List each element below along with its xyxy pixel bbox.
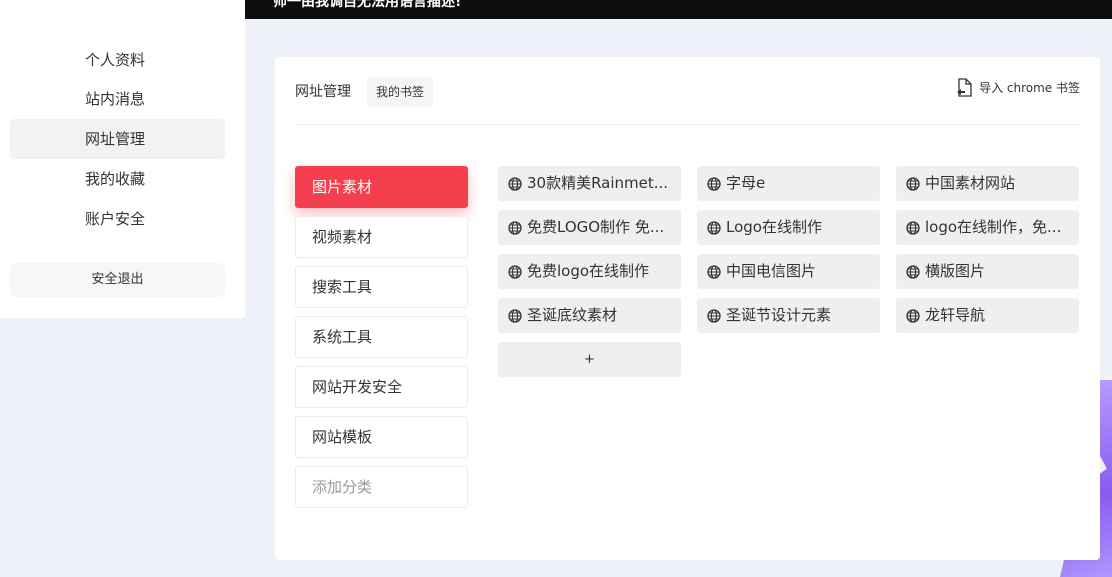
category-system-tools[interactable]: 系统工具 (295, 316, 468, 358)
category-image-assets[interactable]: 图片素材 (295, 166, 468, 208)
bookmark-link[interactable]: 免费logo在线制作 (498, 254, 681, 289)
bookmark-link[interactable]: 字母e (697, 166, 880, 201)
bookmark-link[interactable]: 30款精美Rainmet... (498, 166, 681, 201)
logout-button[interactable]: 安全退出 (10, 263, 225, 297)
bookmark-link-label: Logo在线制作 (726, 218, 822, 236)
bookmark-link-label: 圣诞节设计元素 (726, 306, 832, 324)
panel-title: 网址管理 (295, 84, 351, 100)
category-video-assets[interactable]: 视频素材 (295, 216, 468, 258)
bookmark-link-label: 横版图片 (925, 262, 986, 280)
url-management-panel: 网址管理 我的书签 导入 chrome 书签 图片素材 视频素材 搜索工具 系统… (275, 57, 1100, 560)
divider (295, 124, 1080, 125)
globe-icon (906, 264, 920, 279)
sidebar-item-url-management[interactable]: 网址管理 (10, 119, 225, 159)
bookmark-link-label: 中国素材网站 (925, 174, 1016, 192)
bookmark-link-label: 30款精美Rainmet... (527, 174, 669, 192)
add-link-button[interactable]: + (498, 342, 681, 377)
sidebar: 个人资料 站内消息 网址管理 我的收藏 账户安全 安全退出 (0, 0, 245, 318)
bookmark-link-label: 圣诞底纹素材 (527, 306, 618, 324)
category-web-dev-security[interactable]: 网站开发安全 (295, 366, 468, 408)
bookmark-link[interactable]: 圣诞底纹素材 (498, 298, 681, 333)
import-chrome-bookmarks-button[interactable]: 导入 chrome 书签 (956, 78, 1080, 97)
category-search-tools[interactable]: 搜索工具 (295, 266, 468, 308)
tab-my-bookmarks[interactable]: 我的书签 (367, 77, 434, 107)
globe-icon (906, 308, 920, 323)
bookmark-link[interactable]: Logo在线制作 (697, 210, 880, 245)
bookmark-link[interactable]: 横版图片 (896, 254, 1079, 289)
bookmark-link-label: 免费logo在线制作 (527, 262, 650, 280)
globe-icon (508, 264, 522, 279)
globe-icon (508, 176, 522, 191)
bookmark-link[interactable]: 圣诞节设计元素 (697, 298, 880, 333)
bookmark-link[interactable]: 中国素材网站 (896, 166, 1079, 201)
globe-icon (707, 264, 721, 279)
import-label: 导入 chrome 书签 (979, 81, 1080, 95)
globe-icon (707, 220, 721, 235)
sidebar-item-profile[interactable]: 个人资料 (10, 40, 225, 80)
sidebar-item-favorites[interactable]: 我的收藏 (10, 159, 225, 199)
bookmark-link-label: 龙轩导航 (925, 306, 986, 324)
globe-icon (508, 220, 522, 235)
bookmark-link-label: 中国电信图片 (726, 262, 817, 280)
file-import-icon (957, 78, 972, 97)
add-category-button[interactable]: 添加分类 (295, 466, 468, 508)
bookmark-link[interactable]: 中国电信图片 (697, 254, 880, 289)
globe-icon (707, 176, 721, 191)
globe-icon (906, 220, 920, 235)
category-website-templates[interactable]: 网站模板 (295, 416, 468, 458)
bookmark-link-label: logo在线制作，免... (925, 218, 1062, 236)
top-banner: 师一由我调自无法用语言描述! (245, 0, 1112, 19)
bookmark-link[interactable]: 免费LOGO制作 免... (498, 210, 681, 245)
globe-icon (508, 308, 522, 323)
sidebar-item-account-security[interactable]: 账户安全 (10, 199, 225, 239)
bookmark-link-label: 免费LOGO制作 免... (527, 218, 665, 236)
sidebar-item-messages[interactable]: 站内消息 (10, 79, 225, 119)
globe-icon (906, 176, 920, 191)
bookmark-link[interactable]: 龙轩导航 (896, 298, 1079, 333)
banner-text: 师一由我调自无法用语言描述! (273, 0, 462, 10)
bookmark-link-label: 字母e (726, 174, 766, 192)
bookmark-link[interactable]: logo在线制作，免... (896, 210, 1079, 245)
globe-icon (707, 308, 721, 323)
